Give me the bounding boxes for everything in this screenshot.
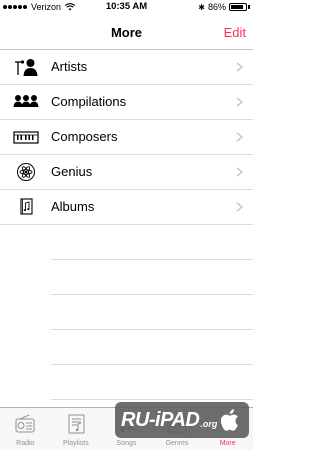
list-item-label: Albums	[51, 199, 95, 214]
list-item-label: Compilations	[51, 94, 127, 109]
more-screen: Verizon 10:35 AM ✱ 86% More Edit Artists…	[0, 0, 253, 450]
empty-row	[51, 295, 253, 330]
empty-row	[51, 260, 253, 295]
battery-icon	[229, 3, 247, 11]
chevron-right-icon	[236, 132, 243, 142]
status-right: ✱ 86%	[198, 2, 250, 12]
page-title: More	[110, 25, 143, 40]
tab-label: More	[219, 440, 236, 447]
radio-icon	[15, 414, 35, 433]
battery-tip	[248, 5, 250, 9]
watermark-logo: RU-iPAD .org	[115, 402, 249, 438]
chevron-right-icon	[236, 97, 243, 107]
chevron-right-icon	[236, 62, 243, 72]
list-item-label: Composers	[51, 129, 118, 144]
empty-row	[51, 365, 253, 400]
empty-row	[51, 330, 253, 365]
tab-label: Playlists	[63, 440, 89, 447]
chevron-right-icon	[236, 167, 243, 177]
tab-label: Radio	[16, 440, 35, 447]
album-icon	[20, 198, 33, 215]
watermark-suffix: .org	[200, 419, 218, 429]
list-item-label: Artists	[51, 59, 88, 74]
compilations-icon	[13, 95, 39, 107]
artist-icon	[15, 59, 38, 76]
more-list: Artists Compilations Composers Genius Al…	[0, 50, 253, 400]
tab-playlists[interactable]: Playlists	[51, 408, 102, 450]
piano-keyboard-icon	[13, 131, 39, 144]
list-item-label: Genius	[51, 164, 93, 179]
battery-fill	[231, 5, 243, 9]
tab-radio[interactable]: Radio	[0, 408, 51, 450]
navigation-bar: More Edit	[0, 14, 253, 50]
list-item-artists[interactable]: Artists	[0, 50, 253, 85]
list-item-composers[interactable]: Composers	[0, 120, 253, 155]
battery-percent: 86%	[207, 2, 226, 12]
atom-icon	[17, 163, 35, 181]
edit-button[interactable]: Edit	[224, 25, 246, 40]
watermark-text: RU-iPAD	[121, 408, 200, 431]
tab-label: Genres	[165, 440, 189, 447]
status-bar: Verizon 10:35 AM ✱ 86%	[0, 0, 253, 14]
tab-label: Songs	[116, 440, 137, 447]
bluetooth-icon: ✱	[198, 2, 205, 12]
list-item-compilations[interactable]: Compilations	[0, 85, 253, 120]
empty-row	[51, 225, 253, 260]
apple-logo-icon	[221, 409, 239, 431]
playlist-icon	[68, 414, 85, 434]
list-item-albums[interactable]: Albums	[0, 190, 253, 225]
chevron-right-icon	[236, 202, 243, 212]
list-item-genius[interactable]: Genius	[0, 155, 253, 190]
